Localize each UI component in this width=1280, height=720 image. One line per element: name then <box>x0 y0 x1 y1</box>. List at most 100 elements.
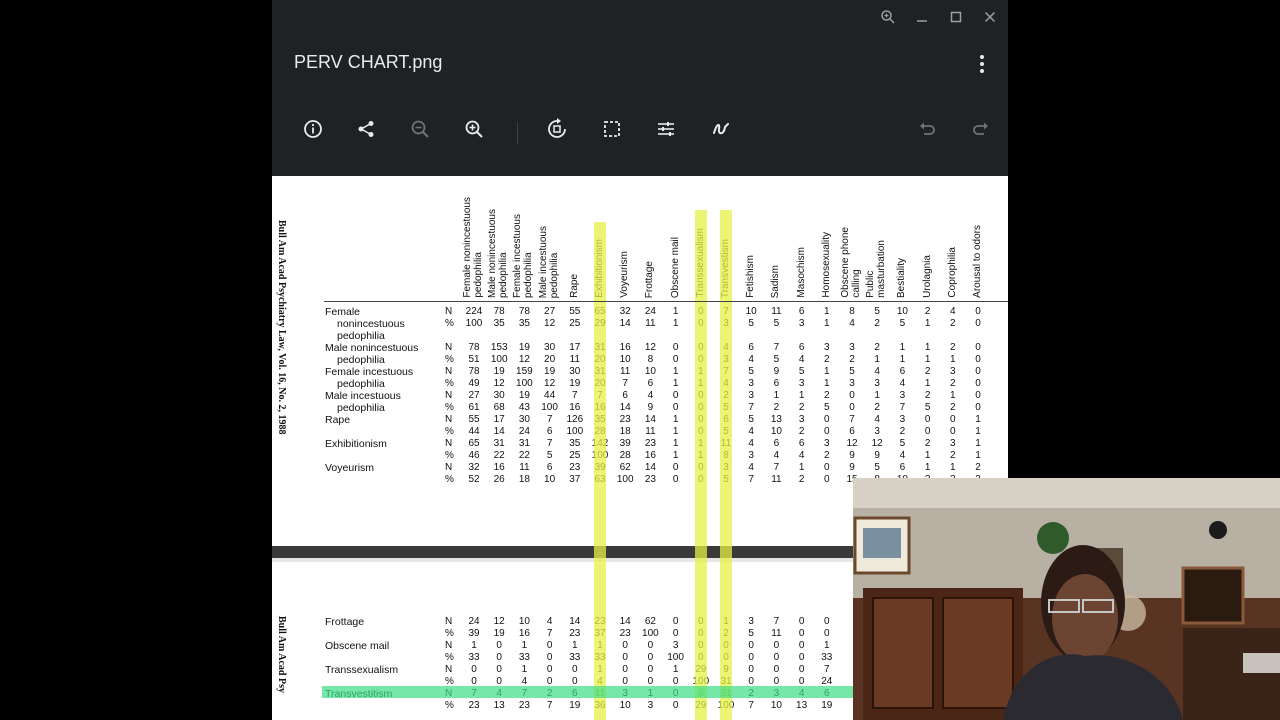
table-cell: 2 <box>824 354 830 365</box>
table-cell: 1 <box>773 390 780 401</box>
table-cell: 30 <box>493 390 505 401</box>
table-cell: 17 <box>493 414 505 425</box>
table-cell: 0 <box>546 640 553 651</box>
zoom-in-icon[interactable] <box>461 116 487 142</box>
maximize-icon[interactable] <box>946 7 966 27</box>
table-cell: 0 <box>824 462 830 473</box>
table-cell: 1 <box>521 664 528 675</box>
table-cell: 0 <box>824 616 830 627</box>
table-cell: 0 <box>849 390 855 401</box>
table-cell: 0 <box>824 474 830 485</box>
table-cell: 6 <box>798 438 805 449</box>
table-cell: 3 <box>748 450 754 461</box>
table-cell: 65 <box>468 438 480 449</box>
table-cell: 5 <box>899 438 906 449</box>
table-cell: 3 <box>874 378 880 389</box>
table-cell: 100 <box>566 426 584 437</box>
table-cell: 1 <box>824 640 830 651</box>
table-cell: 16 <box>619 342 631 353</box>
table-cell: 5 <box>748 414 754 425</box>
zoom-out-icon[interactable] <box>407 116 433 142</box>
table-cell: 0 <box>672 628 679 639</box>
share-icon[interactable] <box>353 116 379 142</box>
table-cell: 35 <box>569 438 581 449</box>
table-cell: 23 <box>518 700 530 711</box>
table-cell: 0 <box>496 640 502 651</box>
table-cell: 1 <box>899 342 906 353</box>
column-header: Fetishism <box>745 255 757 298</box>
row-label: Obscene mail <box>325 640 390 652</box>
table-cell: 1 <box>924 342 931 353</box>
table-cell: 3 <box>824 342 830 353</box>
row-type: N <box>445 616 453 627</box>
table-cell: 126 <box>566 414 584 425</box>
close-icon[interactable] <box>980 7 1000 27</box>
table-cell: 7 <box>622 378 628 389</box>
table-cell: 0 <box>672 354 679 365</box>
table-cell: 6 <box>773 378 780 389</box>
zoom-icon[interactable] <box>878 7 898 27</box>
table-cell: 0 <box>748 652 754 663</box>
table-cell: 1 <box>572 640 578 651</box>
highlight-row <box>322 686 862 698</box>
table-cell: 153 <box>490 342 508 353</box>
highlight-column <box>720 210 732 720</box>
column-header: Bestiality <box>896 257 908 298</box>
table-rule <box>324 301 1008 302</box>
table-cell: 22 <box>518 450 530 461</box>
table-cell: 23 <box>619 414 631 425</box>
row-label: Male nonincestuous <box>325 342 419 354</box>
table-cell: 11 <box>771 306 782 317</box>
minimize-icon[interactable] <box>912 7 932 27</box>
table-cell: 2 <box>924 366 931 377</box>
table-cell: 0 <box>647 640 654 651</box>
table-cell: 4 <box>748 438 754 449</box>
table-cell: 23 <box>644 474 656 485</box>
table-cell: 7 <box>546 700 553 711</box>
table-cell: 30 <box>544 342 556 353</box>
table-cell: 1 <box>798 462 805 473</box>
table-cell: 1 <box>924 318 931 329</box>
table-cell: 9 <box>874 450 880 461</box>
table-cell: 23 <box>644 438 656 449</box>
table-cell: 11 <box>771 474 782 485</box>
table-cell: 0 <box>924 414 931 425</box>
redo-icon[interactable] <box>968 116 994 142</box>
undo-icon[interactable] <box>914 116 940 142</box>
table-cell: 39 <box>468 628 480 639</box>
table-cell: 5 <box>874 462 880 473</box>
table-cell: 5 <box>546 450 553 461</box>
adjust-icon[interactable] <box>653 116 679 142</box>
rotate-icon[interactable] <box>544 116 570 142</box>
table-cell: 1 <box>874 390 880 401</box>
column-headers: Female nonincestuous pedophilia Male noni… <box>272 176 1008 298</box>
table-cell: 1 <box>672 664 679 675</box>
table-cell: 7 <box>773 616 780 627</box>
table-cell: 5 <box>773 354 780 365</box>
table-cell: 12 <box>846 438 858 449</box>
info-icon[interactable] <box>300 116 326 142</box>
table-cell: 0 <box>672 474 679 485</box>
table-cell: 25 <box>569 318 581 329</box>
column-header: Arousal to odors <box>972 225 983 298</box>
table-cell: 19 <box>821 700 833 711</box>
table-cell: 1 <box>824 378 830 389</box>
column-header: Coprophilia <box>946 247 958 298</box>
table-cell: 78 <box>493 306 505 317</box>
table-cell: 4 <box>546 616 553 627</box>
table-cell: 3 <box>672 640 679 651</box>
table-cell: 0 <box>773 640 780 651</box>
table-cell: 100 <box>465 318 483 329</box>
more-options-icon[interactable] <box>972 52 992 76</box>
markup-icon[interactable] <box>708 116 734 142</box>
column-header: Obscene mail <box>669 236 681 298</box>
table-cell: 10 <box>619 354 631 365</box>
table-cell: 7 <box>773 342 780 353</box>
table-cell: 0 <box>798 640 805 651</box>
crop-icon[interactable] <box>599 116 625 142</box>
table-cell: 2 <box>798 402 805 413</box>
table-cell: 3 <box>748 390 754 401</box>
webcam-overlay <box>853 478 1280 720</box>
row-type: N <box>445 342 453 353</box>
table-cell: 8 <box>849 306 855 317</box>
